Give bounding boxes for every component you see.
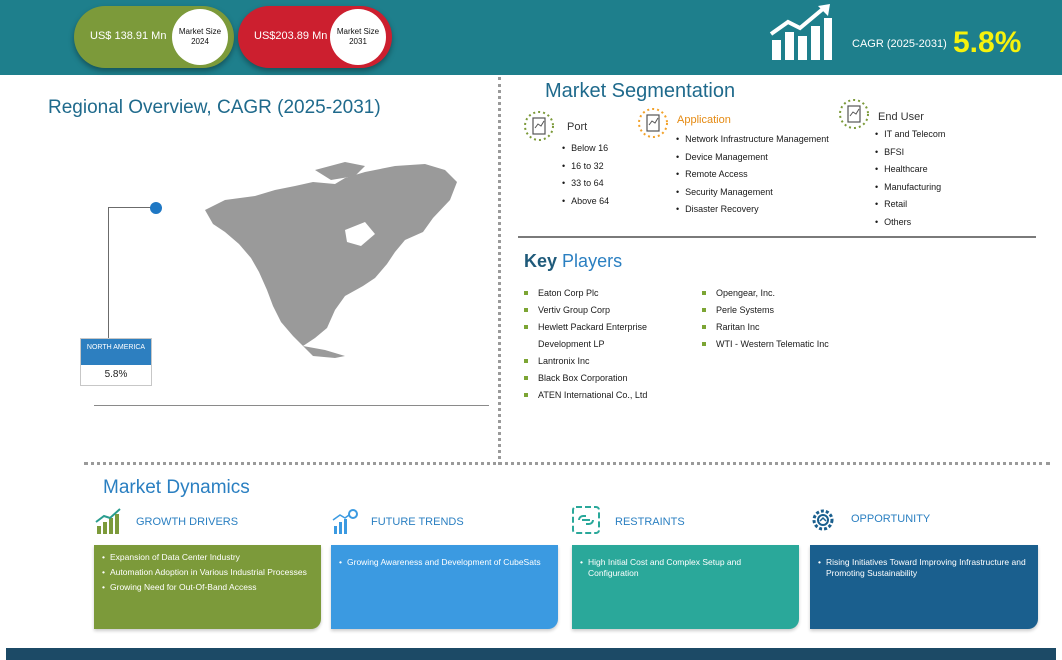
key-players-list-1: Eaton Corp Plc Vertiv Group Corp Hewlett… bbox=[524, 285, 674, 404]
market-size-2031-pill: US$203.89 Mn Market Size 2031 bbox=[238, 6, 392, 68]
growth-chart-icon bbox=[769, 4, 832, 60]
future-trends-heading: FUTURE TRENDS bbox=[371, 516, 464, 528]
growth-drivers-card: Expansion of Data Center Industry Automa… bbox=[94, 545, 321, 629]
end-user-heading: End User bbox=[878, 111, 924, 123]
end-user-list: IT and Telecom BFSI Healthcare Manufactu… bbox=[875, 126, 945, 231]
vertical-divider bbox=[498, 77, 501, 465]
leader-line bbox=[108, 207, 154, 208]
segmentation-title: Market Segmentation bbox=[545, 80, 736, 102]
end-user-item: BFSI bbox=[875, 144, 945, 162]
key-player: Lantronix Inc bbox=[524, 353, 674, 370]
port-document-icon bbox=[524, 111, 554, 141]
application-item: Disaster Recovery bbox=[676, 201, 829, 219]
opportunity-card: Rising Initiatives Toward Improving Infr… bbox=[810, 545, 1038, 629]
port-list: Below 16 16 to 32 33 to 64 Above 64 bbox=[562, 140, 609, 210]
end-user-item: IT and Telecom bbox=[875, 126, 945, 144]
future-trends-icon bbox=[332, 509, 358, 534]
market-size-2024-label: Market Size 2024 bbox=[172, 9, 228, 65]
leader-line-vertical bbox=[108, 207, 109, 340]
growth-driver-item: Automation Adoption in Various Industria… bbox=[102, 567, 313, 578]
region-marker[interactable] bbox=[150, 202, 162, 214]
key-player: Black Box Corporation bbox=[524, 370, 674, 387]
key-players-title-key: Key bbox=[524, 251, 558, 271]
port-item: 16 to 32 bbox=[562, 158, 609, 176]
restraint-item: High Initial Cost and Complex Setup and … bbox=[580, 557, 791, 579]
restraints-icon bbox=[572, 506, 600, 534]
end-user-item: Others bbox=[875, 214, 945, 232]
key-player: Opengear, Inc. bbox=[702, 285, 902, 302]
port-item: Above 64 bbox=[562, 193, 609, 211]
growth-drivers-icon bbox=[95, 508, 121, 534]
key-players-title: Key Players bbox=[524, 251, 622, 272]
growth-driver-item: Growing Need for Out-Of-Band Access bbox=[102, 582, 313, 593]
key-player: Perle Systems bbox=[702, 302, 902, 319]
application-list: Network Infrastructure Management Device… bbox=[676, 131, 829, 219]
market-size-2024-pill: US$ 138.91 Mn Market Size 2024 bbox=[74, 6, 234, 68]
market-dynamics-title: Market Dynamics bbox=[103, 477, 250, 498]
application-document-icon bbox=[638, 108, 668, 138]
right-rule bbox=[518, 236, 1036, 238]
end-user-item: Manufacturing bbox=[875, 179, 945, 197]
growth-drivers-heading: GROWTH DRIVERS bbox=[136, 516, 239, 528]
port-item: Below 16 bbox=[562, 140, 609, 158]
key-player: Eaton Corp Plc bbox=[524, 285, 674, 302]
region-cagr: 5.8% bbox=[104, 369, 128, 380]
future-trends-card: Growing Awareness and Development of Cub… bbox=[331, 545, 558, 629]
header-band: US$ 138.91 Mn Market Size 2024 US$203.89… bbox=[0, 0, 1062, 75]
key-player: Raritan Inc bbox=[702, 319, 902, 336]
key-player: WTI - Western Telematic Inc bbox=[702, 336, 902, 353]
market-size-2024-value: US$ 138.91 Mn bbox=[90, 30, 167, 42]
left-rule bbox=[94, 405, 489, 406]
port-item: 33 to 64 bbox=[562, 175, 609, 193]
north-america-map bbox=[205, 162, 457, 358]
application-item: Remote Access bbox=[676, 166, 829, 184]
end-user-item: Retail bbox=[875, 196, 945, 214]
key-player: ATEN International Co., Ltd bbox=[524, 387, 674, 404]
application-item: Network Infrastructure Management bbox=[676, 131, 829, 149]
future-trend-item: Growing Awareness and Development of Cub… bbox=[339, 557, 550, 568]
region-name: NORTH AMERICA bbox=[81, 339, 151, 365]
restraints-heading: RESTRAINTS bbox=[615, 516, 685, 528]
application-item: Device Management bbox=[676, 149, 829, 167]
growth-driver-item: Expansion of Data Center Industry bbox=[102, 552, 313, 563]
key-player: Vertiv Group Corp bbox=[524, 302, 674, 319]
end-user-document-icon bbox=[839, 99, 869, 129]
cagr-label: CAGR (2025-2031) bbox=[852, 38, 947, 50]
key-players-title-rest: Players bbox=[562, 251, 623, 271]
market-size-2031-label: Market Size 2031 bbox=[330, 9, 386, 65]
opportunity-gear-icon bbox=[812, 509, 834, 531]
regional-overview-title: Regional Overview, CAGR (2025-2031) bbox=[48, 97, 381, 118]
application-item: Security Management bbox=[676, 184, 829, 202]
application-heading: Application bbox=[677, 114, 731, 126]
horizontal-divider bbox=[84, 462, 1050, 465]
restraints-card: High Initial Cost and Complex Setup and … bbox=[572, 545, 799, 629]
key-players-list-2: Opengear, Inc. Perle Systems Raritan Inc… bbox=[702, 285, 902, 353]
region-callout: NORTH AMERICA 5.8% bbox=[80, 338, 152, 386]
opportunity-heading: OPPORTUNITY bbox=[851, 513, 931, 525]
market-size-2031-value: US$203.89 Mn bbox=[254, 30, 328, 42]
footer-band bbox=[6, 648, 1056, 660]
key-player: Hewlett Packard Enterprise Development L… bbox=[524, 319, 674, 353]
opportunity-item: Rising Initiatives Toward Improving Infr… bbox=[818, 557, 1030, 579]
end-user-item: Healthcare bbox=[875, 161, 945, 179]
port-heading: Port bbox=[567, 121, 588, 133]
cagr-value: 5.8% bbox=[953, 26, 1022, 59]
